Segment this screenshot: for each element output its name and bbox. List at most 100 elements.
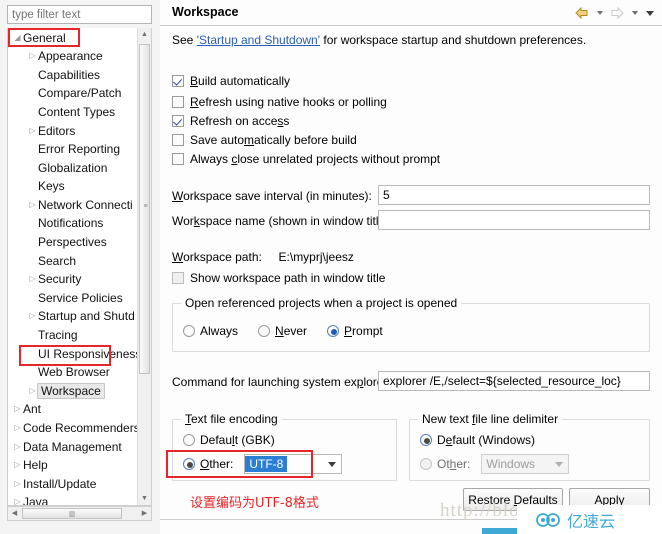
checkbox-row-refresh-using-native-hooks-or-polling[interactable]: Refresh using native hooks or polling [172,93,387,111]
filter-input[interactable] [7,5,152,24]
tree-item-label: Java [23,495,49,506]
tree-item-compare-patch[interactable]: Compare/Patch [8,84,138,103]
open-referenced-option-always[interactable]: Always [183,324,238,338]
encoding-other-option[interactable]: Other: UTF-8 [183,454,343,474]
scrollbar-grip-icon: ≡ [143,203,148,210]
scroll-left-arrow-icon[interactable]: ◀ [8,507,21,520]
command-explorer-input[interactable] [378,371,650,391]
tree-item-code-recommenders[interactable]: ▷ Code Recommenders [8,418,138,437]
forward-arrow-icon[interactable] [608,5,626,22]
back-arrow-icon[interactable] [573,5,591,22]
checkbox-row-refresh-on-access[interactable]: Refresh on access [172,112,289,130]
tree-item-install-update[interactable]: ▷ Install/Update [8,474,138,493]
tree-item-label: Editors [38,123,76,138]
tree-item-label: Workspace [37,383,105,400]
delimiter-default-radio[interactable] [420,434,432,446]
tree-item-data-management[interactable]: ▷ Data Management [8,437,138,456]
startup-shutdown-link[interactable]: 'Startup and Shutdown' [197,33,320,47]
checkbox-always-close-unrelated-projects-without-prompt[interactable] [172,153,184,165]
checkbox-build-automatically[interactable] [172,75,184,87]
scroll-up-arrow-icon[interactable]: ▲ [138,28,151,42]
radio-prompt[interactable] [327,325,340,337]
show-workspace-path-row[interactable]: Show workspace path in window title [172,269,385,287]
twisty-collapsed-icon[interactable]: ▷ [12,419,23,438]
checkbox-save-automatically-before-build[interactable] [172,134,184,146]
twisty-collapsed-icon[interactable]: ▷ [12,475,23,494]
tree-item-content-types[interactable]: Content Types [8,102,138,121]
tree-item-java[interactable]: ▷ Java [8,493,138,506]
twisty-collapsed-icon[interactable]: ▷ [12,456,23,475]
tree-item-network-connecti[interactable]: ▷ Network Connecti [8,195,138,214]
intro-suffix: for workspace startup and shutdown prefe… [320,33,587,47]
twisty-collapsed-icon[interactable]: ▷ [27,307,38,326]
tree-item-label: Tracing [38,328,78,343]
tree-item-ant[interactable]: ▷ Ant [8,400,138,419]
view-menu-icon[interactable] [643,5,656,22]
open-referenced-option-never[interactable]: Never [258,324,307,338]
save-interval-input[interactable] [378,185,650,205]
tree-horizontal-scrollbar[interactable]: ◀ ▥ ▶ [7,506,152,521]
radio-never[interactable] [258,325,271,337]
tree-item-tracing[interactable]: Tracing [8,326,138,345]
tree-item-startup-and-shutd[interactable]: ▷ Startup and Shutd [8,307,138,326]
tree-item-notifications[interactable]: Notifications [8,214,138,233]
tree-item-security[interactable]: ▷ Security [8,270,138,289]
twisty-collapsed-icon[interactable]: ▷ [12,400,23,419]
tree-item-search[interactable]: Search [8,251,138,270]
open-referenced-option-prompt[interactable]: Prompt [327,324,383,338]
preferences-tree[interactable]: ◢ General ▷ Appearance Capabilities Compare/P… [7,28,152,506]
twisty-expanded-icon[interactable]: ◢ [12,29,23,48]
twisty-collapsed-icon[interactable]: ▷ [27,196,38,215]
watermark-badge: 亿速云 [517,505,662,534]
scroll-right-arrow-icon[interactable]: ▶ [138,507,151,520]
twisty-collapsed-icon[interactable]: ▷ [27,47,38,66]
delimiter-other-label: Other: [437,457,471,471]
tree-item-workspace[interactable]: ▷ Workspace [8,381,138,400]
workspace-name-input[interactable] [378,210,650,230]
back-dropdown-icon[interactable] [593,5,606,22]
delimiter-default-option[interactable]: Default (Windows) [420,433,535,447]
checkbox-refresh-using-native-hooks-or-polling[interactable] [172,96,184,108]
tree-item-keys[interactable]: Keys [8,177,138,196]
tree-item-globalization[interactable]: Globalization [8,158,138,177]
tree-item-label: Keys [38,179,65,194]
tree-item-ui-responsiveness[interactable]: UI Responsiveness [8,344,138,363]
open-referenced-radio-group: Always Never Prompt [183,324,383,338]
tree-vertical-scrollbar[interactable]: ▲ ≡ ▼ [137,28,151,505]
twisty-collapsed-icon[interactable]: ▷ [12,493,23,505]
tree-item-appearance[interactable]: ▷ Appearance [8,47,138,66]
delimiter-combo[interactable]: Windows [481,454,570,474]
tree-item-editors[interactable]: ▷ Editors [8,121,138,140]
twisty-collapsed-icon[interactable]: ▷ [27,122,38,141]
twisty-collapsed-icon[interactable]: ▷ [27,270,38,289]
tree-item-web-browser[interactable]: Web Browser [8,363,138,382]
forward-dropdown-icon[interactable] [628,5,641,22]
delimiter-other-radio[interactable] [420,458,432,470]
tree-item-service-policies[interactable]: Service Policies [8,288,138,307]
tree-item-perspectives[interactable]: Perspectives [8,233,138,252]
scroll-down-arrow-icon[interactable]: ▼ [138,492,151,505]
encoding-default-radio[interactable] [183,434,195,446]
scrollbar-thumb[interactable]: ≡ [139,44,150,374]
hscrollbar-thumb[interactable]: ▥ [22,508,122,519]
tree-item-capabilities[interactable]: Capabilities [8,65,138,84]
tree-item-label: Data Management [23,439,122,454]
tree-item-error-reporting[interactable]: Error Reporting [8,140,138,159]
delimiter-other-option[interactable]: Other: Windows [420,454,570,474]
checkbox-row-always-close-unrelated-projects-without-prompt[interactable]: Always close unrelated projects without … [172,150,440,168]
encoding-combo[interactable]: UTF-8 [244,454,343,474]
tree-item-label: Notifications [38,216,104,231]
checkbox-row-save-automatically-before-build[interactable]: Save automatically before build [172,131,357,149]
watermark-brand: 亿速云 [567,511,616,531]
radio-always[interactable] [183,325,195,337]
tree-item-general[interactable]: ◢ General [8,28,138,47]
checkbox-refresh-on-access[interactable] [172,115,184,127]
checkbox-row-build-automatically[interactable]: Build automatically [172,72,290,90]
tree-item-help[interactable]: ▷ Help [8,456,138,475]
show-workspace-path-checkbox[interactable] [172,272,184,284]
encoding-default-option[interactable]: Default (GBK) [183,433,275,447]
tree-item-label: Content Types [38,104,116,119]
tree-item-label: Security [38,272,82,287]
twisty-collapsed-icon[interactable]: ▷ [12,438,23,457]
encoding-other-radio[interactable] [183,458,195,470]
